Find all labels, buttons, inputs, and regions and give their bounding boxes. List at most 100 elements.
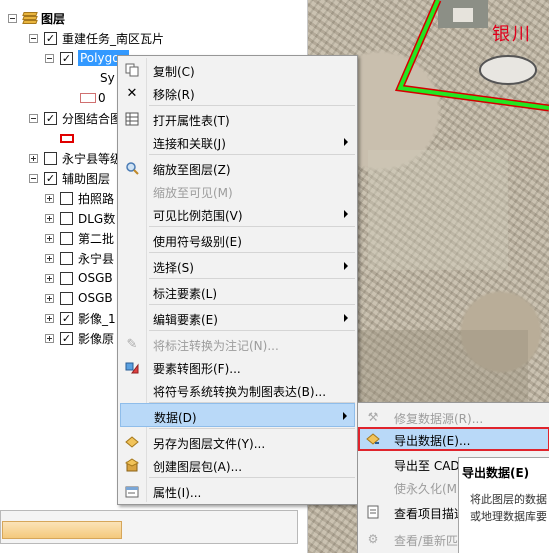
- document-icon: [365, 504, 381, 520]
- copy-icon: [124, 62, 140, 78]
- layer-label: 永宁县: [78, 251, 115, 266]
- toc-legend-row[interactable]: [60, 128, 74, 148]
- layer-visibility-checkbox[interactable]: ✓: [60, 51, 73, 65]
- layer-visibility-checkbox[interactable]: [60, 251, 73, 265]
- layer-visibility-checkbox[interactable]: ✓: [44, 171, 57, 185]
- expand-icon[interactable]: [45, 313, 54, 323]
- toc-sublayer-row[interactable]: 第二批: [45, 228, 114, 248]
- menu-item-label: 另存为图层文件(Y)...: [153, 437, 266, 451]
- graphics-icon: [124, 359, 140, 375]
- group-label: 辅助图层: [62, 171, 111, 186]
- menu-item-properties[interactable]: 属性(I)...: [120, 479, 355, 503]
- submenu-arrow-icon: [344, 138, 348, 146]
- menu-item-convert-symbology-to-representation[interactable]: 将符号系统转换为制图表达(B)...: [120, 378, 355, 402]
- expand-icon[interactable]: [29, 153, 38, 163]
- menu-item-convert-features-to-graphics[interactable]: 要素转图形(F)...: [120, 355, 355, 379]
- menu-item-label: 编辑要素(E): [153, 313, 218, 327]
- layer-label: 分图结合图: [62, 111, 123, 126]
- toc-group-row[interactable]: ✓ 辅助图层: [29, 168, 110, 188]
- menu-item-label-features[interactable]: 标注要素(L): [120, 280, 355, 304]
- legend-swatch-red[interactable]: [60, 133, 74, 143]
- collapse-icon[interactable]: [29, 33, 38, 43]
- layer-visibility-checkbox[interactable]: [44, 151, 57, 165]
- layer-visibility-checkbox[interactable]: [60, 191, 73, 205]
- toc-sublayer-row[interactable]: OSGB: [45, 268, 113, 288]
- expand-icon[interactable]: [45, 293, 54, 303]
- tooltip-description: 将此图层的数据 或地理数据库要: [470, 491, 547, 525]
- collapse-icon[interactable]: [29, 113, 38, 123]
- annotation-icon: ✎: [126, 336, 138, 352]
- menu-item-selection[interactable]: 选择(S): [120, 254, 355, 278]
- toc-sublayer-row[interactable]: OSGB: [45, 288, 113, 308]
- map-place-label: 银川: [492, 24, 532, 45]
- properties-icon: [124, 483, 140, 499]
- submenu-item-label: 查看项目描述: [394, 507, 467, 521]
- menu-item-label: 复制(C): [153, 65, 195, 79]
- repair-icon: ⚒: [367, 410, 379, 424]
- menu-separator: [149, 304, 355, 305]
- menu-item-label: 连接和关联(J): [153, 137, 226, 151]
- layer-label: OSGB: [78, 291, 113, 305]
- legend-value: 0: [98, 91, 106, 105]
- menu-item-zoom-to-layer[interactable]: 缩放至图层(Z): [120, 156, 355, 180]
- toc-sublayer-row[interactable]: ✓ 影像原: [45, 328, 114, 348]
- menu-item-label: 选择(S): [153, 261, 194, 275]
- layer-visibility-checkbox[interactable]: ✓: [44, 111, 57, 125]
- layer-visibility-checkbox[interactable]: [60, 211, 73, 225]
- submenu-arrow-icon: [343, 412, 347, 420]
- toc-sublayer-row[interactable]: 拍照路: [45, 188, 114, 208]
- menu-item-label: 可见比例范围(V): [153, 209, 243, 223]
- menu-item-visible-scale-range[interactable]: 可见比例范围(V): [120, 202, 355, 226]
- menu-separator: [149, 477, 355, 478]
- layer-visibility-checkbox[interactable]: [60, 271, 73, 285]
- menu-item-label: 缩放至图层(Z): [153, 163, 231, 177]
- toc-layer-row[interactable]: ✓ 分图结合图: [29, 108, 122, 128]
- menu-item-remove[interactable]: ✕ 移除(R): [120, 81, 355, 105]
- menu-item-use-symbol-levels[interactable]: 使用符号级别(E): [120, 228, 355, 252]
- expand-icon[interactable]: [45, 233, 54, 243]
- toc-sublayer-row[interactable]: 永宁县: [45, 248, 114, 268]
- tooltip-title: 导出数据(E): [462, 466, 530, 480]
- menu-item-copy[interactable]: 复制(C): [120, 58, 355, 82]
- toc-legend-row[interactable]: 0: [80, 88, 106, 108]
- toc-sublayer-row[interactable]: ✓ 影像_1: [45, 308, 116, 328]
- menu-separator: [149, 154, 355, 155]
- layer-label: 影像原: [78, 331, 115, 346]
- menu-separator: [149, 105, 355, 106]
- layer-visibility-checkbox[interactable]: ✓: [60, 311, 73, 325]
- layer-visibility-checkbox[interactable]: [60, 231, 73, 245]
- menu-item-label: 打开属性表(T): [153, 114, 230, 128]
- menu-item-label: 将标注转换为注记(N)...: [153, 339, 279, 353]
- collapse-icon[interactable]: [45, 53, 54, 63]
- submenu-arrow-icon: [344, 210, 348, 218]
- tooltip-line: 将此图层的数据: [470, 493, 547, 506]
- submenu-item-repair-data-source: ⚒ 修复数据源(R)...: [358, 405, 549, 429]
- expand-icon[interactable]: [45, 273, 54, 283]
- toc-sublayer-row[interactable]: DLG数: [45, 208, 115, 228]
- menu-item-edit-features[interactable]: 编辑要素(E): [120, 306, 355, 330]
- menu-item-joins-relates[interactable]: 连接和关联(J): [120, 130, 355, 154]
- menu-item-create-layer-package[interactable]: 创建图层包(A)...: [120, 453, 355, 477]
- collapse-icon[interactable]: [8, 13, 17, 23]
- expand-icon[interactable]: [45, 333, 54, 343]
- toc-layer-row[interactable]: ✓ 重建任务_南区瓦片: [29, 28, 164, 48]
- menu-item-open-attribute-table[interactable]: 打开属性表(T): [120, 107, 355, 131]
- toc-root-row[interactable]: 图层: [8, 8, 65, 28]
- field-patch: [328, 330, 528, 410]
- menu-item-data[interactable]: 数据(D): [120, 403, 355, 427]
- expand-icon[interactable]: [45, 193, 54, 203]
- expand-icon[interactable]: [45, 253, 54, 263]
- submenu-item-label: 导出数据(E)...: [394, 434, 471, 448]
- layer-visibility-checkbox[interactable]: ✓: [44, 31, 57, 45]
- collapse-icon[interactable]: [29, 173, 38, 183]
- export-data-tooltip: 导出数据(E) 将此图层的数据 或地理数据库要: [458, 457, 549, 553]
- expand-icon[interactable]: [45, 213, 54, 223]
- layer-visibility-checkbox[interactable]: ✓: [60, 331, 73, 345]
- menu-item-label: 创建图层包(A)...: [153, 460, 243, 474]
- legend-swatch-outline[interactable]: [80, 93, 96, 103]
- layer-visibility-checkbox[interactable]: [60, 291, 73, 305]
- submenu-item-export-data[interactable]: 导出数据(E)...: [358, 427, 549, 451]
- submenu-item-label: 使永久化(M): [394, 482, 462, 496]
- toc-layer-row[interactable]: 永宁县等级: [29, 148, 122, 168]
- menu-item-save-as-layer-file[interactable]: 另存为图层文件(Y)...: [120, 430, 355, 454]
